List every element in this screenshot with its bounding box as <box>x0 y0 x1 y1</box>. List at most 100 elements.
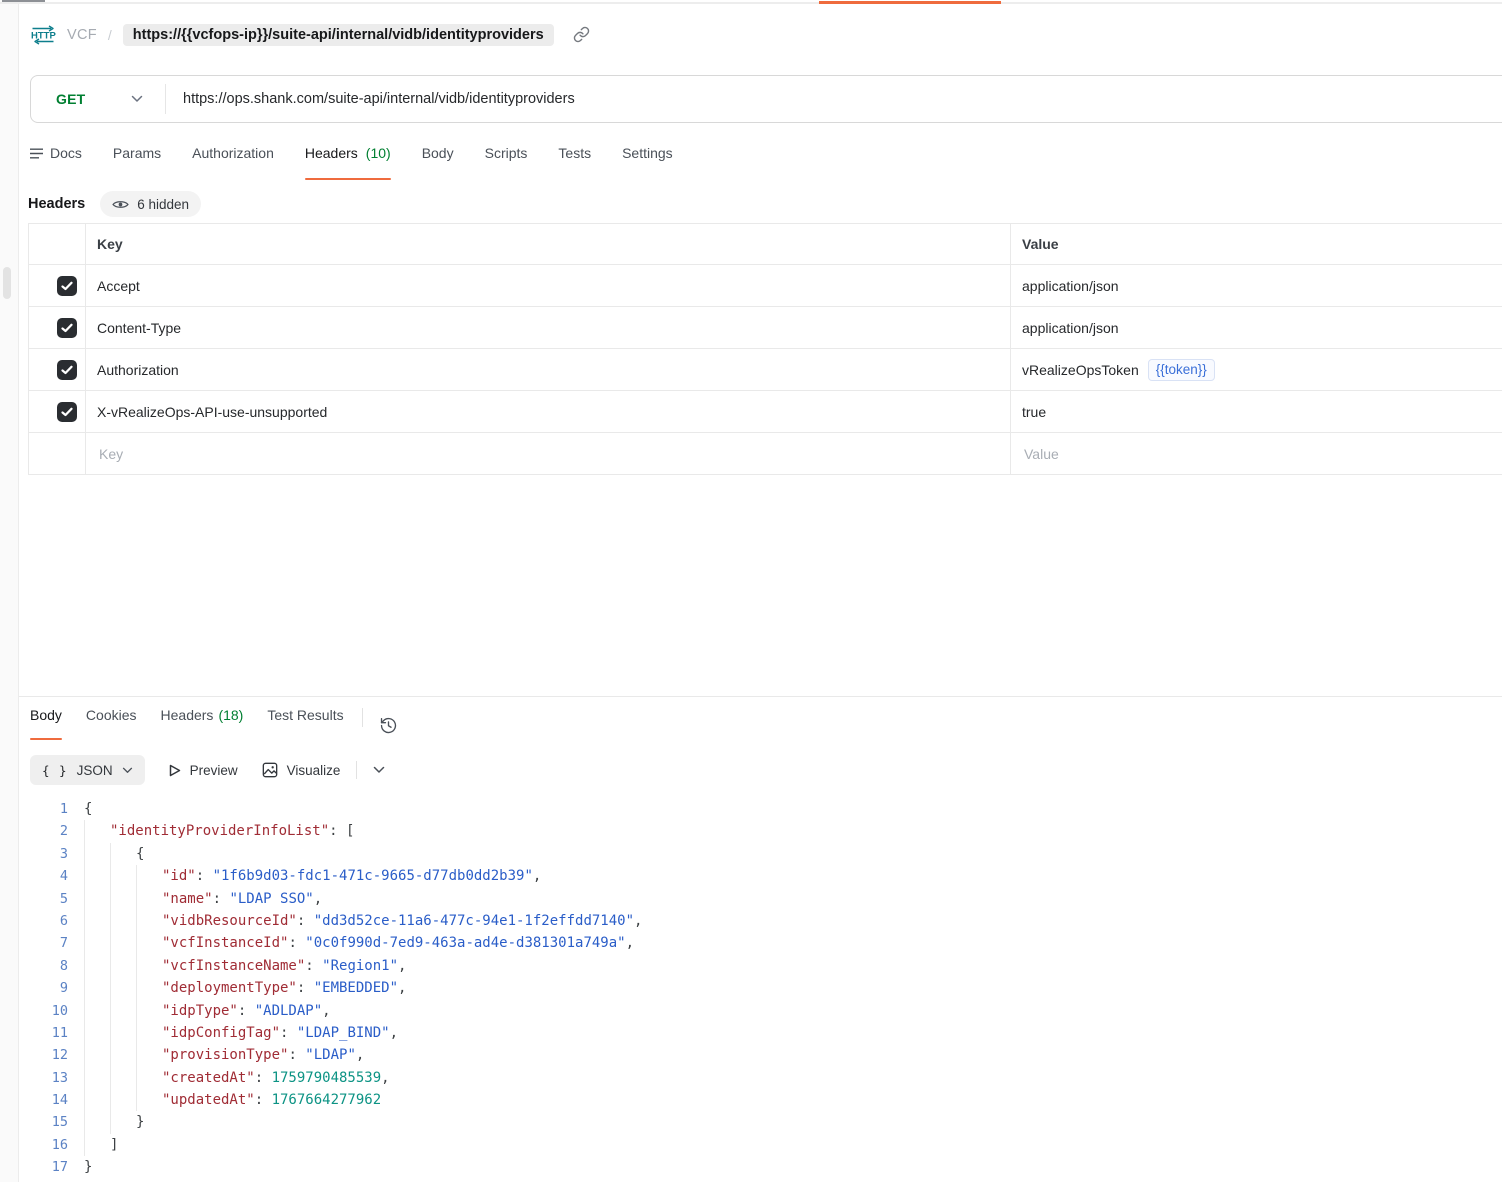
visualize-label: Visualize <box>287 763 341 778</box>
header-value-text: vRealizeOpsToken <box>1022 362 1139 378</box>
indent-guide <box>110 843 136 865</box>
request-title[interactable]: https://{{vcfops-ip}}/suite-api/internal… <box>123 24 554 46</box>
indent-guide <box>84 888 110 910</box>
tab-params[interactable]: Params <box>113 145 161 180</box>
line-number: 1 <box>19 798 68 820</box>
tab-body[interactable]: Body <box>422 145 454 180</box>
http-method-icon: HTTP <box>30 24 56 45</box>
tab-count: (10) <box>366 145 391 161</box>
line-number: 17 <box>19 1156 68 1178</box>
history-icon[interactable] <box>379 707 398 743</box>
indent-guide <box>136 1022 162 1044</box>
header-check-cell <box>29 224 86 264</box>
variable-chip[interactable]: {{token}} <box>1148 359 1215 381</box>
response-tab-body[interactable]: Body <box>30 707 62 743</box>
request-panel: HTTP VCF / https://{{vcfops-ip}}/suite-a… <box>19 4 1502 1182</box>
row-checkbox[interactable] <box>57 318 77 338</box>
header-key-cell[interactable]: X-vRealizeOps-API-use-unsupported <box>86 391 1011 432</box>
tab-settings[interactable]: Settings <box>622 145 673 180</box>
left-rail-scrollbar-thumb[interactable] <box>3 267 11 299</box>
code-line: 11"idpConfigTag": "LDAP_BIND", <box>19 1022 1502 1044</box>
response-tab-headers[interactable]: Headers (18) <box>161 707 244 743</box>
indent-guide <box>84 1044 110 1066</box>
header-value-cell[interactable]: application/json <box>1011 307 1502 348</box>
preview-button[interactable]: Preview <box>169 763 238 778</box>
panel-gap <box>19 475 1502 696</box>
line-number: 4 <box>19 865 68 887</box>
hidden-headers-toggle[interactable]: 6 hidden <box>100 191 201 217</box>
code-line: 13"createdAt": 1759790485539, <box>19 1067 1502 1089</box>
tab-label: Scripts <box>485 145 528 161</box>
play-icon <box>169 764 181 777</box>
url-input[interactable] <box>166 91 1502 107</box>
tab-label: Tests <box>558 145 591 161</box>
new-key-input[interactable] <box>97 445 923 463</box>
tab-label: Authorization <box>192 145 274 161</box>
eye-icon <box>112 198 129 211</box>
image-icon <box>262 762 278 778</box>
line-number: 11 <box>19 1022 68 1044</box>
code-line: 16] <box>19 1134 1502 1156</box>
format-selector[interactable]: { } JSON <box>30 755 145 785</box>
tab-label: Settings <box>622 145 673 161</box>
header-key-cell[interactable]: Content-Type <box>86 307 1011 348</box>
line-number: 9 <box>19 977 68 999</box>
new-value-input[interactable] <box>1022 445 1458 463</box>
tab-label: Body <box>30 707 62 723</box>
tab-scripts[interactable]: Scripts <box>485 145 528 180</box>
tab-count: (18) <box>218 707 243 723</box>
row-checkbox[interactable] <box>57 402 77 422</box>
indent-guide <box>136 1000 162 1022</box>
indent-guide <box>84 1089 110 1111</box>
row-checkbox[interactable] <box>57 360 77 380</box>
divider <box>362 708 363 727</box>
indent-guide <box>84 910 110 932</box>
method-selector[interactable]: GET <box>31 84 166 114</box>
header-value-cell[interactable]: application/json <box>1011 265 1502 306</box>
response-tab-test-results[interactable]: Test Results <box>267 707 343 743</box>
collection-name[interactable]: VCF <box>67 27 97 43</box>
indent-guide <box>110 1067 136 1089</box>
line-number: 12 <box>19 1044 68 1066</box>
header-value-cell[interactable]: true <box>1011 391 1502 432</box>
row-checkbox[interactable] <box>57 276 77 296</box>
indent-guide <box>136 910 162 932</box>
format-label: JSON <box>77 763 113 778</box>
response-tab-cookies[interactable]: Cookies <box>86 707 137 743</box>
line-number: 10 <box>19 1000 68 1022</box>
headers-table: Key Value Accept application/json Conten… <box>28 223 1502 475</box>
header-key-cell[interactable]: Accept <box>86 265 1011 306</box>
table-row: Content-Type application/json <box>29 307 1502 349</box>
divider <box>356 761 357 779</box>
line-number: 16 <box>19 1134 68 1156</box>
tab-docs[interactable]: Docs <box>30 145 82 180</box>
indent-guide <box>110 888 136 910</box>
tab-label: Test Results <box>267 707 343 723</box>
left-rail <box>0 0 19 1182</box>
link-icon[interactable] <box>573 26 590 43</box>
code-line: 12"provisionType": "LDAP", <box>19 1044 1502 1066</box>
top-divider-dark-segment <box>2 0 45 2</box>
chevron-down-icon <box>131 95 143 103</box>
line-number: 3 <box>19 843 68 865</box>
tab-label: Headers <box>161 707 214 723</box>
response-tabs: Body Cookies Headers (18) Test Results <box>19 697 1502 743</box>
header-key-cell[interactable]: Authorization <box>86 349 1011 390</box>
tab-authorization[interactable]: Authorization <box>192 145 274 180</box>
line-number: 6 <box>19 910 68 932</box>
method-label: GET <box>56 91 85 107</box>
tab-headers[interactable]: Headers (10) <box>305 145 391 180</box>
code-line: 14"updatedAt": 1767664277962 <box>19 1089 1502 1111</box>
code-line: 10"idpType": "ADLDAP", <box>19 1000 1502 1022</box>
visualize-button[interactable]: Visualize <box>262 762 341 778</box>
response-toolbar: { } JSON Preview <box>30 755 1502 785</box>
breadcrumb-separator: / <box>108 27 112 43</box>
indent-guide <box>110 910 136 932</box>
indent-guide <box>110 1089 136 1111</box>
menu-icon <box>30 148 43 159</box>
chevron-down-icon[interactable] <box>373 766 385 774</box>
response-code: 1{2"identityProviderInfoList": [3{4"id":… <box>19 798 1502 1179</box>
tab-tests[interactable]: Tests <box>558 145 591 180</box>
header-value-cell[interactable]: vRealizeOpsToken {{token}} <box>1011 349 1502 390</box>
code-line: 17} <box>19 1156 1502 1178</box>
